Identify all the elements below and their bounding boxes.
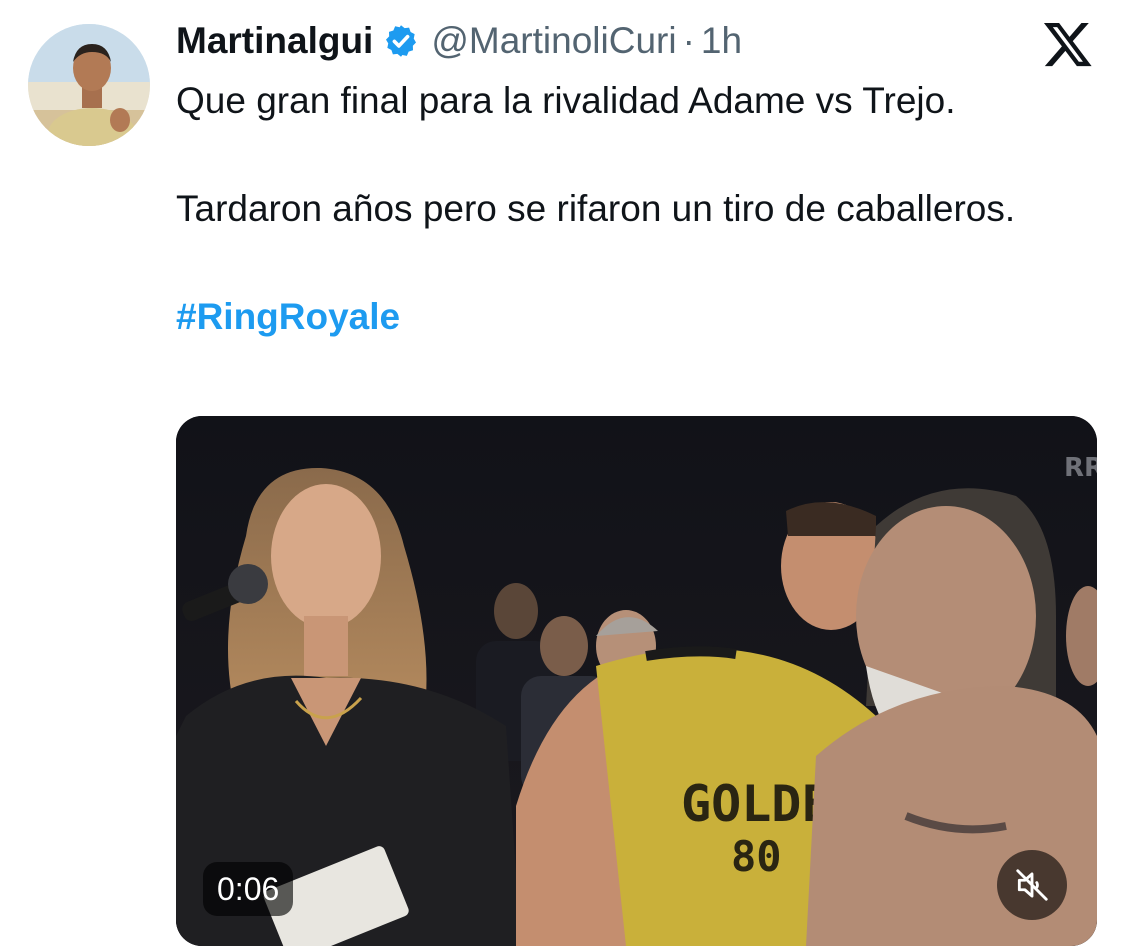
- hashtag-link[interactable]: #RingRoyale: [176, 290, 1096, 344]
- shirt-number: 80: [731, 832, 782, 881]
- tweet-header: Martinalgui @MartinoliCuri · 1h: [176, 18, 742, 64]
- author-handle[interactable]: @MartinoliCuri: [431, 18, 676, 64]
- avatar-image: [28, 24, 150, 146]
- author-name[interactable]: Martinalgui: [176, 18, 373, 64]
- shirt-text: GOLDE: [681, 775, 832, 833]
- watermark-text: RR: [1064, 453, 1097, 483]
- x-logo-icon: [1043, 22, 1092, 67]
- speaker-muted-icon: [1016, 869, 1048, 901]
- video-player[interactable]: GOLDE 80 RR 0:06: [176, 416, 1097, 946]
- video-frame: GOLDE 80 RR: [176, 416, 1097, 946]
- mute-toggle-button[interactable]: [997, 850, 1067, 920]
- tweet-timestamp[interactable]: 1h: [701, 18, 742, 64]
- header-separator: ·: [682, 20, 695, 61]
- video-duration: 0:06: [203, 862, 294, 916]
- tweet-text-line-1: Que gran final para la rivalidad Adame v…: [176, 80, 956, 121]
- verified-badge-icon: [386, 25, 417, 57]
- tweet-text: Que gran final para la rivalidad Adame v…: [176, 74, 1096, 344]
- author-avatar[interactable]: [28, 24, 150, 146]
- tweet-text-line-2: Tardaron años pero se rifaron un tiro de…: [176, 188, 1016, 229]
